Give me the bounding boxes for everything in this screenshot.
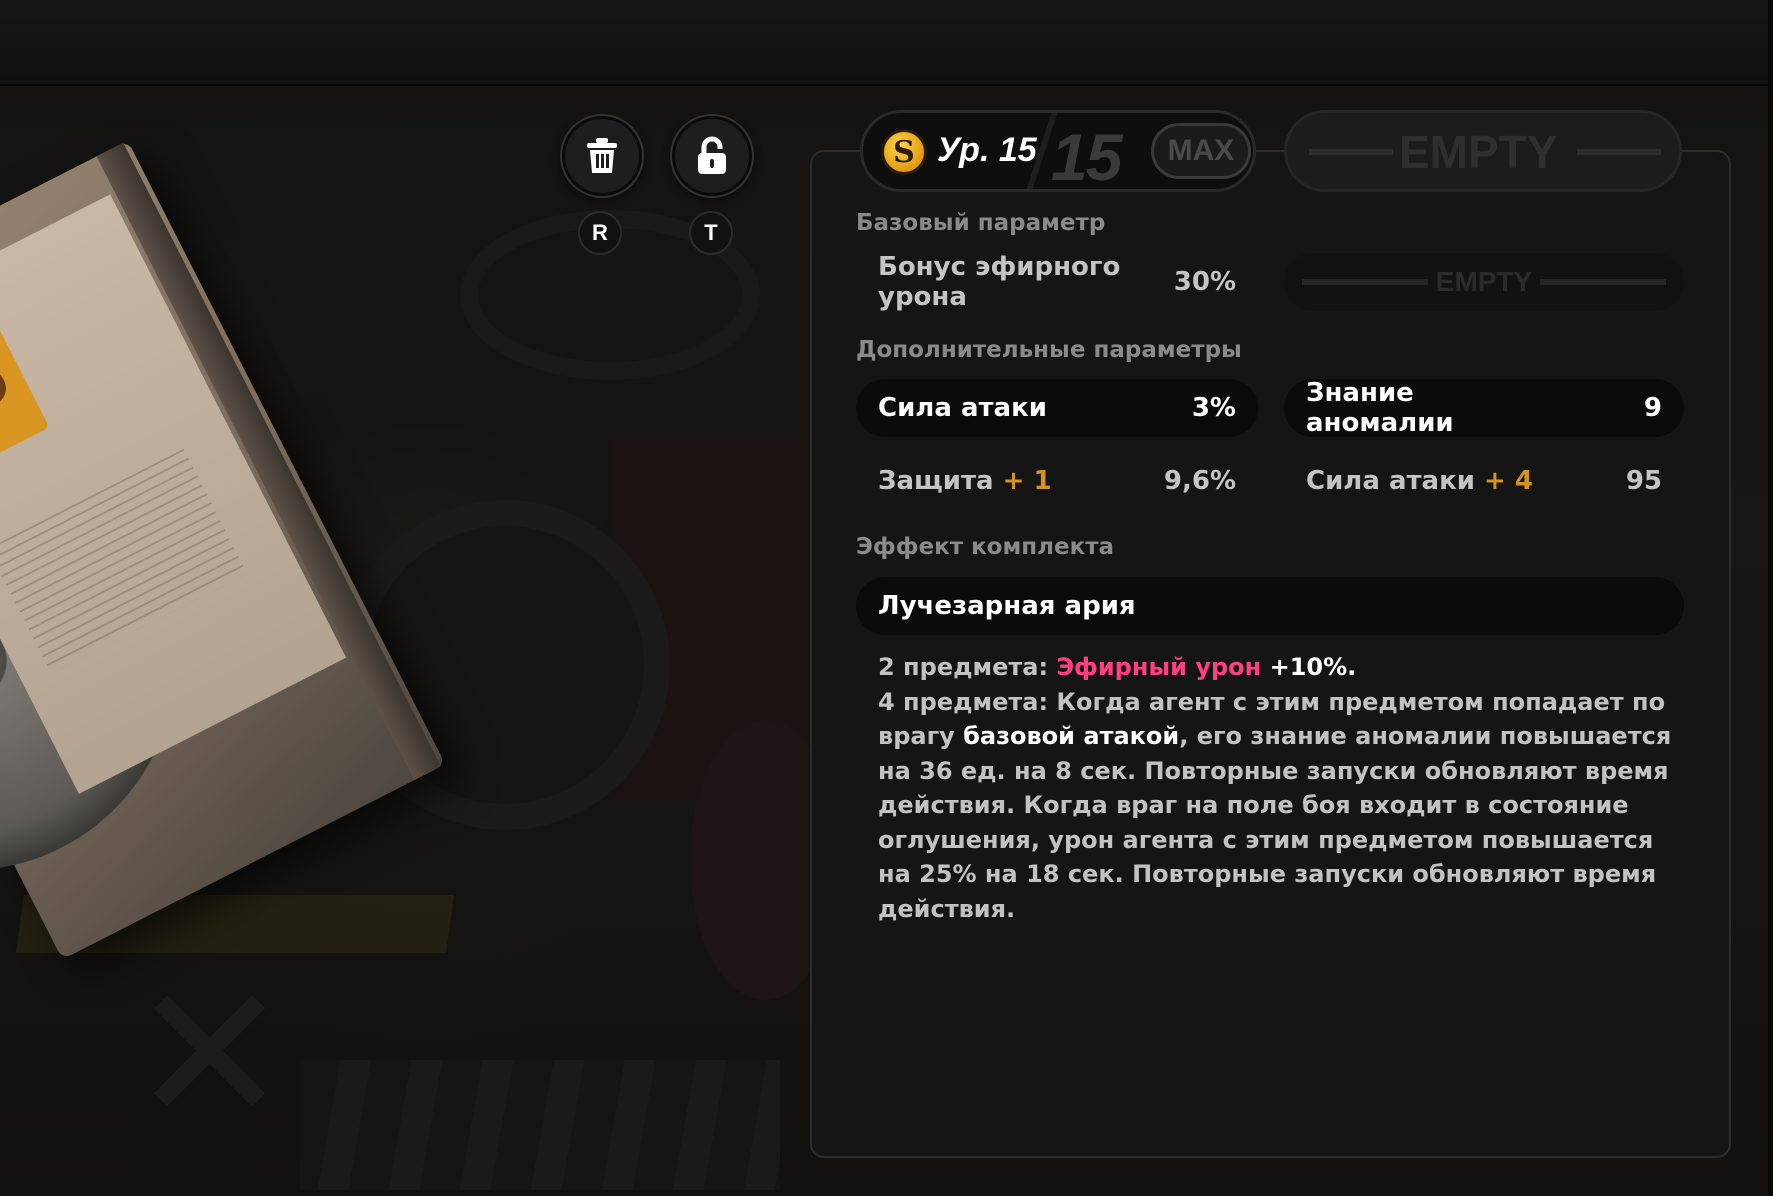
set-effect-2pc: 2 предмета: Эфирный урон +10%. [878, 650, 1678, 685]
base-stat-row[interactable]: Бонус эфирного урона 30% [856, 252, 1258, 312]
set-name-bar: Лучезарная ария [856, 577, 1684, 635]
base-stat-name: Бонус эфирного урона [878, 252, 1121, 312]
extra-stat-label: Сила атаки + 4 [1306, 466, 1533, 496]
empty-divider-right [1577, 149, 1661, 155]
base-stat-empty-slot: EMPTY [1284, 253, 1684, 311]
extra-stat-row[interactable]: Сила атаки 3% [856, 379, 1258, 437]
set-2pc-prefix: 2 предмета: [878, 653, 1049, 681]
basic-attack-keyword: базовой атакой [963, 722, 1180, 750]
extra-stat-name: Сила атаки [878, 393, 1047, 423]
extra-stat-row[interactable]: Сила атаки + 4 95 [1284, 452, 1684, 510]
empty-divider-left [1302, 279, 1428, 285]
base-parameter-heading: Базовый параметр [856, 210, 1106, 236]
set-2pc-suffix: +10%. [1269, 653, 1357, 681]
extra-stat-value: 9 [1643, 393, 1662, 423]
tab-empty-slot[interactable]: EMPTY [1284, 110, 1682, 192]
extra-stat-row[interactable]: Защита + 1 9,6% [856, 452, 1258, 510]
trash-hotkey: R [578, 211, 622, 255]
rank-s-icon: S [881, 129, 927, 175]
extra-stat-name: Защита [878, 466, 994, 496]
set-effect-description: 2 предмета: Эфирный урон +10%. 4 предмет… [878, 650, 1678, 926]
extra-stat-label: Защита + 1 [878, 466, 1052, 496]
base-stat-value: 30% [1173, 267, 1236, 297]
level-label: Ур. 15 [937, 131, 1037, 169]
empty-slot-label: EMPTY [1399, 126, 1558, 178]
set-effect-4pc: 4 предмета: Когда агент с этим предметом… [878, 685, 1678, 927]
extra-stat-value: 95 [1625, 466, 1662, 496]
trash-icon [587, 138, 617, 173]
set-name: Лучезарная ария [878, 591, 1136, 621]
set-4pc-suffix: , его знание аномалии повышается на 36 е… [878, 722, 1672, 923]
extra-stat-value: 3% [1191, 393, 1236, 423]
extra-stat-name: Знание аномалии [1306, 378, 1454, 438]
window-edge [1768, 0, 1773, 1196]
trash-button[interactable] [562, 116, 642, 196]
extra-stat-upgrade: + 1 [1002, 466, 1052, 496]
extra-stat-row[interactable]: Знание аномалии 9 [1284, 378, 1684, 438]
set-effect-heading: Эффект комплекта [856, 534, 1115, 560]
top-bar [0, 0, 1773, 86]
backdrop-x-mark: ✕ [130, 944, 290, 1165]
max-badge: MAX [1151, 123, 1251, 179]
empty-divider-left [1309, 149, 1393, 155]
extra-stat-name: Сила атаки [1306, 466, 1475, 496]
unlock-icon [698, 136, 726, 174]
extra-stat-upgrade: + 4 [1484, 466, 1533, 496]
lock-button[interactable] [672, 116, 752, 196]
backdrop-stripes [300, 1060, 780, 1190]
empty-divider-right [1540, 279, 1666, 285]
lock-hotkey: T [689, 211, 733, 255]
ether-damage-keyword: Эфирный урон [1056, 653, 1262, 681]
base-empty-label: EMPTY [1435, 266, 1533, 297]
extra-stat-value: 9,6% [1163, 466, 1236, 496]
extra-parameters-heading: Дополнительные параметры [856, 337, 1242, 363]
tab-level[interactable]: S Ур. 15 15 MAX [860, 110, 1256, 194]
max-level-number: 15 [1051, 120, 1122, 194]
